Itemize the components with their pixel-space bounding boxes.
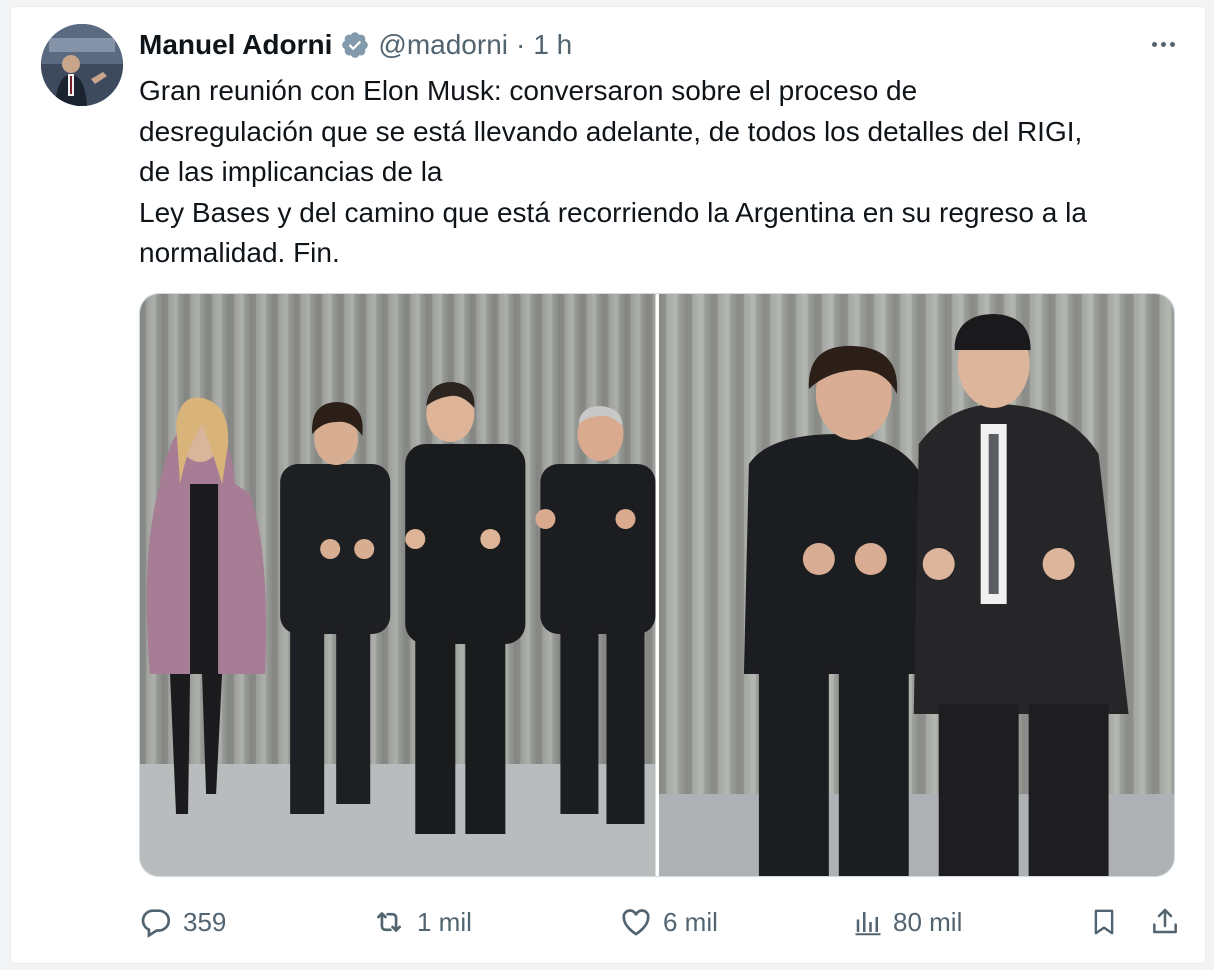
- reply-icon: [139, 905, 173, 939]
- tweet-time[interactable]: 1 h: [533, 29, 572, 61]
- tweet-text-line: de las implicancias de la: [139, 156, 443, 187]
- tweet-card: Manuel Adorni @madorni · 1 h Gran reunió…: [10, 6, 1206, 964]
- repost-icon: [371, 905, 407, 939]
- author-handle[interactable]: @madorni: [378, 29, 508, 61]
- views-icon: [853, 907, 883, 937]
- like-count: 6 mil: [663, 906, 718, 937]
- like-button[interactable]: 6 mil: [619, 900, 718, 944]
- more-icon[interactable]: [1147, 33, 1179, 55]
- views-count: 80 mil: [893, 906, 963, 937]
- views-button[interactable]: 80 mil: [853, 900, 962, 944]
- bookmark-icon: [1089, 905, 1119, 939]
- share-button[interactable]: [1149, 900, 1181, 944]
- tweet-text-line: normalidad. Fin.: [139, 237, 340, 268]
- tweet-header: Manuel Adorni @madorni · 1 h: [139, 27, 572, 63]
- tweet-text-line: desregulación que se está llevando adela…: [139, 115, 1083, 147]
- photo-2[interactable]: [658, 294, 1174, 876]
- tweet-actions: 359 1 mil 6 mil 80 mil: [139, 900, 1179, 944]
- verified-badge-icon: [340, 30, 370, 60]
- like-icon: [619, 905, 653, 939]
- repost-button[interactable]: 1 mil: [371, 900, 472, 944]
- tweet-text-line: Ley Bases y del camino que está recorrie…: [139, 196, 1087, 228]
- author-name[interactable]: Manuel Adorni: [139, 29, 332, 61]
- repost-count: 1 mil: [417, 906, 472, 937]
- media-grid: [139, 293, 1175, 877]
- avatar[interactable]: [41, 24, 123, 106]
- tweet-text-line: Gran reunión con Elon Musk: conversaron …: [139, 75, 918, 106]
- reply-button[interactable]: 359: [139, 900, 226, 944]
- bookmark-button[interactable]: [1089, 900, 1119, 944]
- separator-dot: ·: [516, 29, 526, 60]
- reply-count: 359: [183, 906, 227, 937]
- share-icon: [1149, 905, 1181, 939]
- photo-1[interactable]: [140, 294, 656, 876]
- tweet-text: Gran reunión con Elon Musk: conversaron …: [139, 71, 1179, 274]
